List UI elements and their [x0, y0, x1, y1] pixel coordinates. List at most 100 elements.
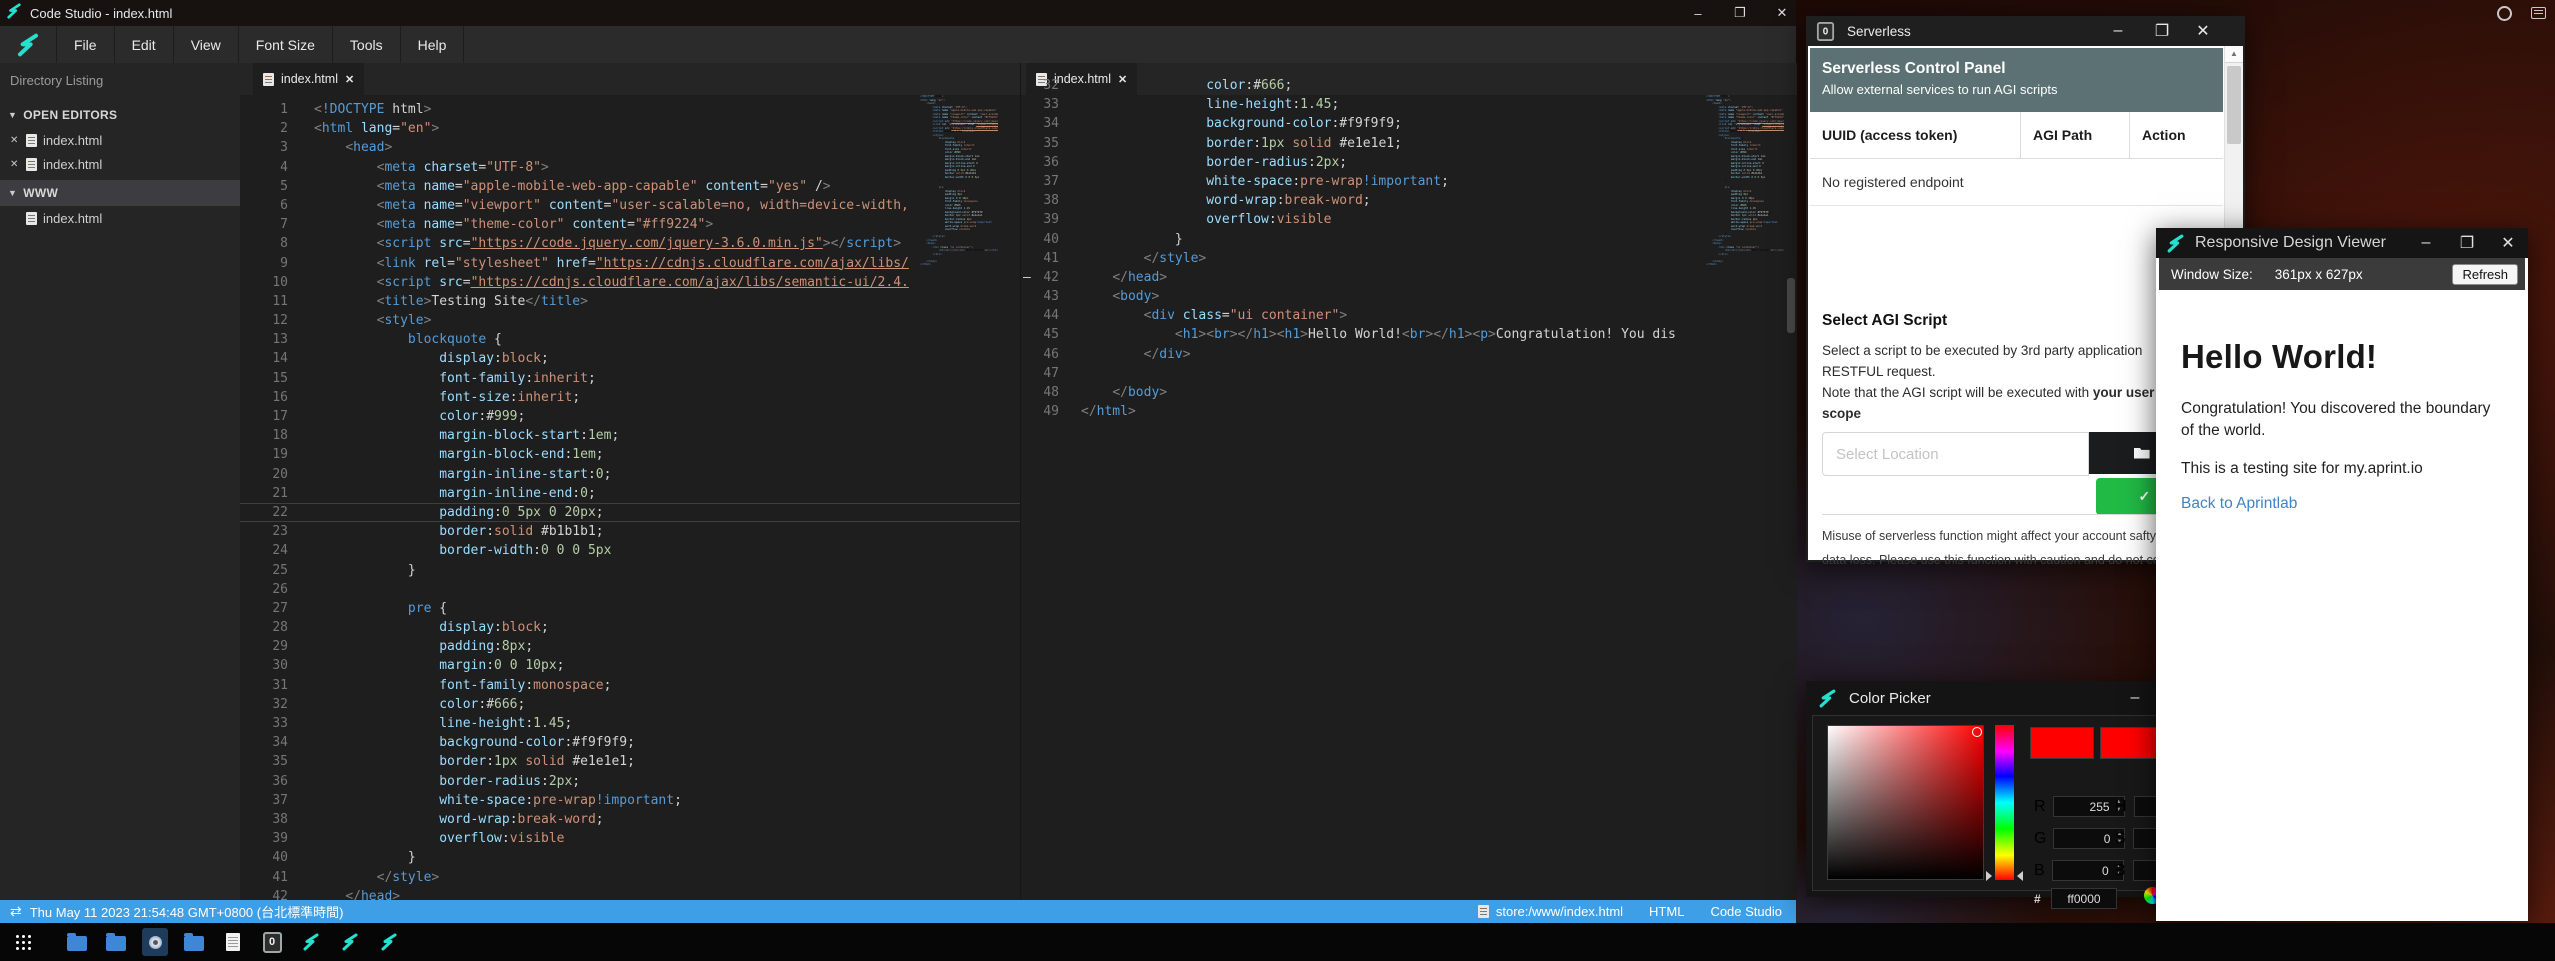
code-line-7[interactable]: 7 <meta name="theme-color" content="#ff9… [240, 215, 1020, 234]
minimap-left[interactable]: <!DOCTYPE html><html lang="en"> <head> <… [920, 95, 998, 855]
code-line-26[interactable]: 26 [240, 580, 1020, 599]
minimize-button[interactable]: – [1681, 0, 1715, 26]
minimap-right[interactable]: <!DOCTYPE html><html lang="en"> <head> <… [1706, 95, 1784, 855]
close-tab-icon[interactable]: ✕ [345, 73, 354, 86]
maximize-button[interactable]: ❐ [2147, 16, 2177, 46]
hue-slider[interactable] [1995, 725, 2014, 880]
code-line-40[interactable]: 40 } [240, 848, 1020, 867]
code-line-39[interactable]: 39 overflow:visible [240, 829, 1020, 848]
code-line-38[interactable]: 38 word-wrap:break-word; [240, 810, 1020, 829]
window-titlebar[interactable]: Code Studio - index.html – ❐ ✕ [0, 0, 1796, 26]
code-line-24[interactable]: 24 border-width:0 0 0 5px [240, 541, 1020, 560]
code-line-20[interactable]: 20 margin-inline-start:0; [240, 465, 1020, 484]
code-line-34[interactable]: 34 background-color:#f9f9f9; [240, 733, 1020, 752]
code-line-32[interactable]: 32 color:#666; [1021, 76, 1797, 95]
sv-selector[interactable] [1972, 727, 1982, 737]
taskbar-code-studio-icon[interactable] [376, 928, 402, 956]
editor-scrollbar[interactable] [1787, 278, 1795, 333]
code-line-13[interactable]: 13 blockquote { [240, 330, 1020, 349]
code-line-14[interactable]: 14 display:block; [240, 349, 1020, 368]
code-line-33[interactable]: 33 line-height:1.45; [1021, 95, 1797, 114]
menu-file[interactable]: File [57, 26, 115, 63]
code-line-28[interactable]: 28 display:block; [240, 618, 1020, 637]
code-line-37[interactable]: 37 white-space:pre-wrap!important; [1021, 172, 1797, 191]
scroll-up-icon[interactable]: ▲ [2225, 46, 2243, 63]
code-line-19[interactable]: 19 margin-block-end:1em; [240, 445, 1020, 464]
code-line-46[interactable]: 46 </div> [1021, 345, 1797, 364]
menu-help[interactable]: Help [401, 26, 465, 63]
close-button[interactable]: ✕ [2493, 228, 2523, 258]
circle-icon[interactable] [2492, 4, 2516, 22]
color-value-input[interactable]: 255▲▼ [2053, 796, 2125, 817]
viewer-titlebar[interactable]: Responsive Design Viewer – ❐ ✕ [2156, 228, 2528, 258]
taskbar-code-studio-icon[interactable] [337, 928, 363, 956]
menu-tools[interactable]: Tools [333, 26, 401, 63]
code-line-40[interactable]: 40 } [1021, 230, 1797, 249]
code-line-11[interactable]: 11 <title>Testing Site</title> [240, 292, 1020, 311]
status-appname[interactable]: Code Studio [1710, 904, 1782, 919]
taskbar-start-grid-icon[interactable] [10, 928, 36, 956]
code-line-29[interactable]: 29 padding:8px; [240, 637, 1020, 656]
taskbar-disc-folder-icon[interactable] [142, 928, 168, 956]
minimize-button[interactable]: – [2411, 228, 2441, 258]
minimize-button[interactable]: – [2103, 16, 2133, 46]
code-line-44[interactable]: 44 <div class="ui container"> [1021, 306, 1797, 325]
maximize-button[interactable]: ❐ [1723, 0, 1757, 26]
code-line-16[interactable]: 16 font-size:inherit; [240, 388, 1020, 407]
code-line-21[interactable]: 21 margin-inline-end:0; [240, 484, 1020, 503]
code-line-30[interactable]: 30 margin:0 0 10px; [240, 656, 1020, 675]
code-line-33[interactable]: 33 line-height:1.45; [240, 714, 1020, 733]
code-line-49[interactable]: 49</html> [1021, 402, 1797, 421]
code-line-17[interactable]: 17 color:#999; [240, 407, 1020, 426]
color-value-input[interactable]: 0▲▼ [2052, 860, 2124, 881]
script-location-input[interactable] [1822, 432, 2089, 476]
code-line-38[interactable]: 38 word-wrap:break-word; [1021, 191, 1797, 210]
hex-input[interactable]: ff0000 [2051, 888, 2117, 909]
saturation-value-field[interactable] [1827, 725, 1984, 880]
code-line-31[interactable]: 31 font-family:monospace; [240, 676, 1020, 695]
taskbar-folder-icon[interactable] [181, 928, 207, 956]
code-line-43[interactable]: 43 <body> [1021, 287, 1797, 306]
taskbar-document-icon[interactable] [220, 928, 246, 956]
code-line-18[interactable]: 18 margin-block-start:1em; [240, 426, 1020, 445]
code-line-32[interactable]: 32 color:#666; [240, 695, 1020, 714]
code-line-47[interactable]: 47 [1021, 364, 1797, 383]
back-link[interactable]: Back to Aprintlab [2181, 495, 2503, 513]
code-line-9[interactable]: 9 <link rel="stylesheet" href="https://c… [240, 254, 1020, 273]
taskbar-folder-icon[interactable] [103, 928, 129, 956]
sidebar-file-index.html[interactable]: ✕index.html [0, 128, 240, 152]
code-line-1[interactable]: 1<!DOCTYPE html> [240, 100, 1020, 119]
code-line-37[interactable]: 37 white-space:pre-wrap!important; [240, 791, 1020, 810]
code-line-15[interactable]: 15 font-family:inherit; [240, 369, 1020, 388]
code-line-36[interactable]: 36 border-radius:2px; [240, 772, 1020, 791]
code-line-27[interactable]: 27 pre { [240, 599, 1020, 618]
status-filetype[interactable]: HTML [1649, 904, 1684, 919]
menu-font-size[interactable]: Font Size [239, 26, 333, 63]
scroll-thumb[interactable] [2227, 66, 2241, 144]
close-icon[interactable]: ✕ [10, 135, 20, 146]
code-editor-right[interactable]: 32 color:#666;33 line-height:1.45;34 bac… [1021, 76, 1797, 900]
serverless-titlebar[interactable]: 0 Serverless [1806, 16, 2245, 46]
code-line-48[interactable]: 48 </body> [1021, 383, 1797, 402]
close-icon[interactable]: ✕ [10, 159, 20, 170]
sidebar-file-index.html[interactable]: ✕index.html [0, 152, 240, 176]
menu-view[interactable]: View [174, 26, 239, 63]
hue-marker-right[interactable] [2017, 871, 2023, 881]
close-button[interactable]: ✕ [2188, 16, 2218, 46]
taskbar-folder-icon[interactable] [64, 928, 90, 956]
maximize-button[interactable]: ❐ [2452, 228, 2482, 258]
code-line-4[interactable]: 4 <meta charset="UTF-8"> [240, 158, 1020, 177]
menu-icon[interactable] [2526, 4, 2550, 22]
code-line-34[interactable]: 34 background-color:#f9f9f9; [1021, 114, 1797, 133]
code-line-25[interactable]: 25 } [240, 561, 1020, 580]
refresh-button[interactable]: Refresh [2452, 264, 2518, 285]
code-line-35[interactable]: 35 border:1px solid #e1e1e1; [240, 752, 1020, 771]
code-line-12[interactable]: 12 <style> [240, 311, 1020, 330]
open-editors-section[interactable]: ▼ OPEN EDITORS [0, 102, 240, 128]
code-line-36[interactable]: 36 border-radius:2px; [1021, 153, 1797, 172]
code-line-10[interactable]: 10 <script src="https://cdnjs.cloudflare… [240, 273, 1020, 292]
code-line-8[interactable]: 8 <script src="https://code.jquery.com/j… [240, 234, 1020, 253]
code-line-22[interactable]: 22 padding:0 5px 0 20px; [240, 503, 1020, 522]
tab-index-html[interactable]: index.html ✕ [253, 63, 364, 95]
code-line-42[interactable]: 42 </head> [240, 887, 1020, 900]
